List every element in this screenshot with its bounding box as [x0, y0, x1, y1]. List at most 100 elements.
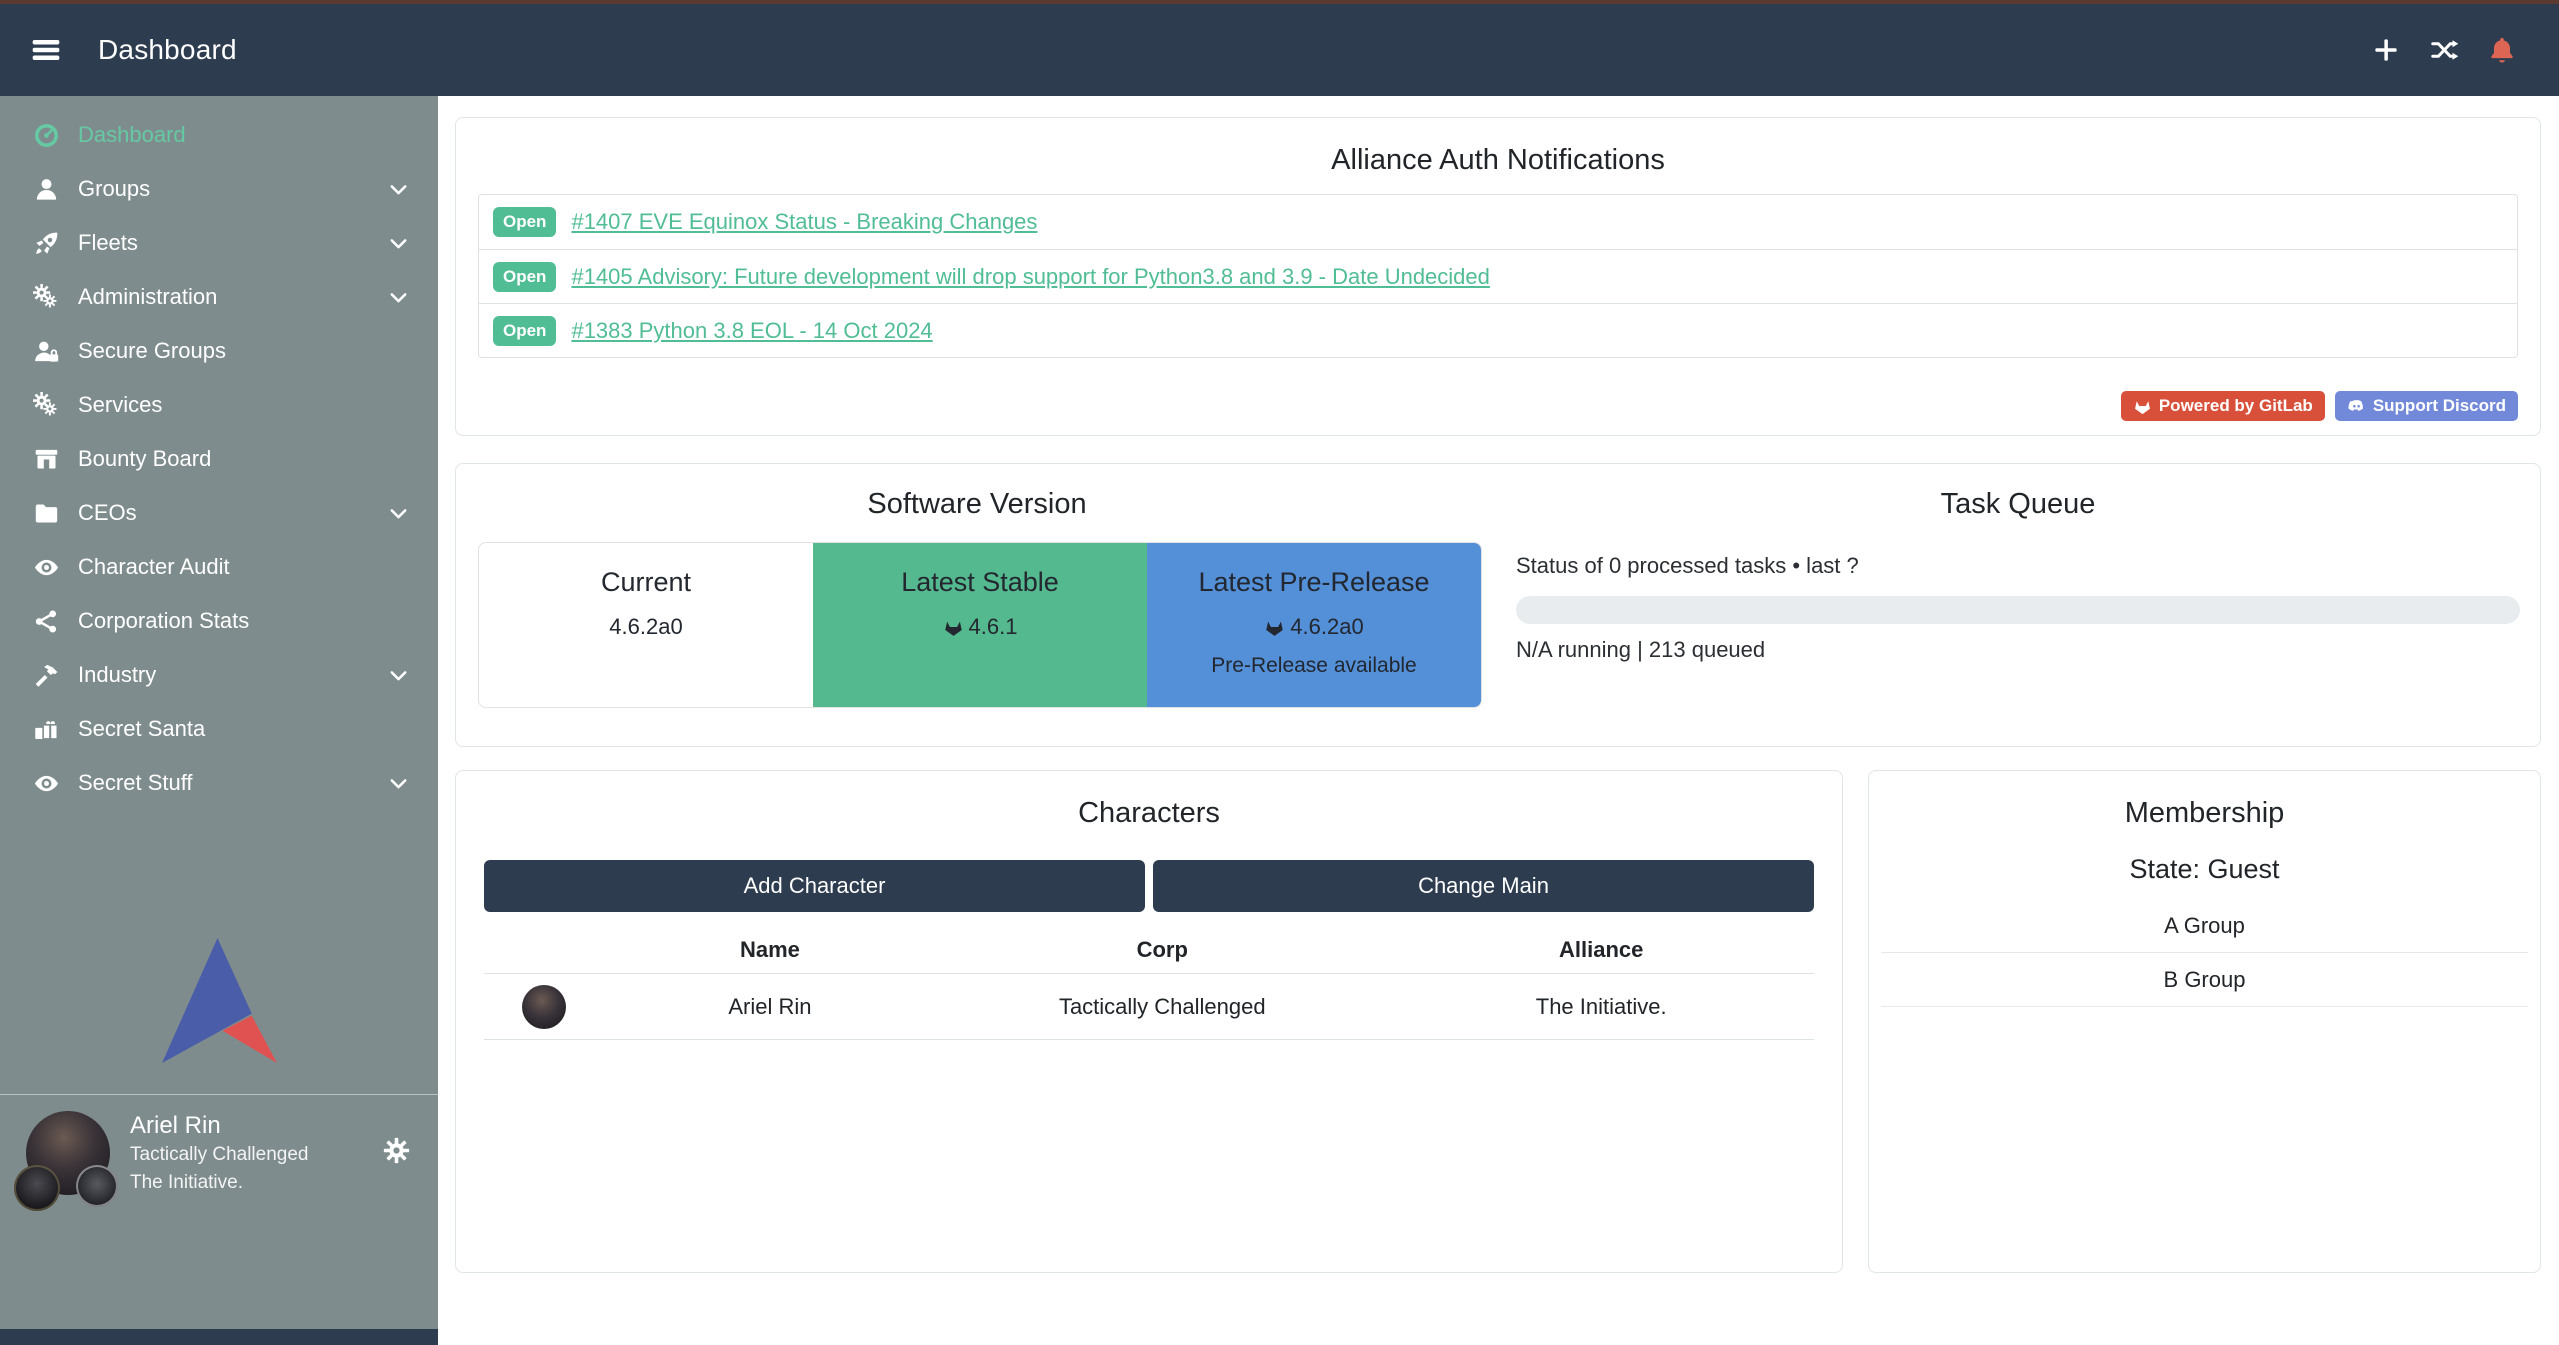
sidebar-item-corporation-stats[interactable]: Corporation Stats: [0, 594, 438, 648]
bell-icon[interactable]: [2487, 35, 2517, 65]
menu-icon[interactable]: [30, 34, 62, 66]
chevron-down-icon: [387, 232, 410, 255]
discord-icon: [2347, 397, 2366, 416]
characters-table: Name Corp Alliance Ariel Rin Tactically …: [484, 926, 1814, 1040]
gear-icon[interactable]: [381, 1135, 412, 1166]
characters-panel: Characters Add Character Change Main Nam…: [455, 770, 1843, 1273]
cogs-icon: [26, 284, 66, 311]
version-latest-prerelease: Latest Pre-Release 4.6.2a0 Pre-Release a…: [1147, 543, 1481, 707]
sidebar-item-administration[interactable]: Administration: [0, 270, 438, 324]
navbar-actions: [2371, 35, 2529, 65]
person-icon: [26, 176, 66, 203]
hammer-icon: [26, 662, 66, 689]
change-main-button[interactable]: Change Main: [1153, 860, 1814, 912]
support-discord-badge[interactable]: Support Discord: [2335, 391, 2518, 421]
eye-icon: [26, 770, 66, 797]
version-latest-stable: Latest Stable 4.6.1: [813, 543, 1147, 707]
gauge-icon: [26, 122, 66, 149]
person-lock-icon: [26, 338, 66, 365]
character-corp: Tactically Challenged: [936, 994, 1388, 1020]
notification-link[interactable]: #1383 Python 3.8 EOL - 14 Oct 2024: [571, 318, 932, 344]
gifts-icon: [26, 716, 66, 743]
membership-state: State: Guest: [1881, 854, 2528, 885]
notifications-panel: Alliance Auth Notifications Open #1407 E…: [455, 117, 2541, 436]
top-navbar: Dashboard: [0, 4, 2559, 96]
sidebar-item-groups[interactable]: Groups: [0, 162, 438, 216]
character-alliance: The Initiative.: [1388, 994, 1814, 1020]
main-content: Alliance Auth Notifications Open #1407 E…: [438, 96, 2559, 1345]
task-queue-counts: N/A running | 213 queued: [1516, 637, 2520, 663]
notification-link[interactable]: #1407 EVE Equinox Status - Breaking Chan…: [571, 209, 1037, 235]
status-panel: Software Version Current 4.6.2a0 Latest …: [455, 463, 2541, 747]
software-version-section: Software Version Current 4.6.2a0 Latest …: [456, 464, 1498, 746]
sidebar-item-bounty-board[interactable]: Bounty Board: [0, 432, 438, 486]
version-current: Current 4.6.2a0: [479, 543, 813, 707]
sidebar-item-fleets[interactable]: Fleets: [0, 216, 438, 270]
characters-title: Characters: [484, 771, 1814, 830]
sidebar-item-ceos[interactable]: CEOs: [0, 486, 438, 540]
notification-link[interactable]: #1405 Advisory: Future development will …: [571, 264, 1489, 290]
list-item: Open #1407 EVE Equinox Status - Breaking…: [479, 195, 2517, 249]
characters-actions: Add Character Change Main: [484, 860, 1814, 912]
user-corp: Tactically Challenged: [130, 1141, 309, 1169]
sidebar-item-dashboard[interactable]: Dashboard: [0, 108, 438, 162]
character-name: Ariel Rin: [604, 994, 937, 1020]
sidebar-item-character-audit[interactable]: Character Audit: [0, 540, 438, 594]
sidebar-footer-strip: [0, 1329, 438, 1345]
gitlab-icon: [1264, 617, 1285, 638]
user-panel: Ariel Rin Tactically Challenged The Init…: [0, 1095, 438, 1201]
cogs-icon: [26, 392, 66, 419]
software-version-title: Software Version: [456, 464, 1498, 521]
chevron-down-icon: [387, 502, 410, 525]
list-item: Open #1383 Python 3.8 EOL - 14 Oct 2024: [479, 303, 2517, 357]
shuffle-icon[interactable]: [2429, 35, 2459, 65]
status-badge: Open: [493, 207, 556, 237]
sidebar-item-services[interactable]: Services: [0, 378, 438, 432]
sidebar-item-secret-stuff[interactable]: Secret Stuff: [0, 756, 438, 810]
powered-by-gitlab-badge[interactable]: Powered by GitLab: [2121, 391, 2325, 421]
prerelease-note: Pre-Release available: [1147, 654, 1481, 678]
membership-groups: A Group B Group: [1881, 899, 2528, 1007]
notifications-footer: Powered by GitLab Support Discord: [2121, 391, 2518, 421]
notifications-list: Open #1407 EVE Equinox Status - Breaking…: [478, 194, 2518, 358]
list-item: A Group: [1881, 899, 2528, 953]
task-queue-section: Task Queue Status of 0 processed tasks •…: [1498, 464, 2540, 746]
sidebar-nav: Dashboard Groups Fleets Administration: [0, 108, 438, 810]
user-alliance: The Initiative.: [130, 1169, 309, 1197]
folder-icon: [26, 500, 66, 527]
alliance-auth-logo: [162, 938, 277, 1068]
task-queue-title: Task Queue: [1516, 464, 2520, 521]
status-badge: Open: [493, 262, 556, 292]
task-queue-status: Status of 0 processed tasks • last ?: [1516, 553, 2520, 579]
sidebar-item-industry[interactable]: Industry: [0, 648, 438, 702]
chevron-down-icon: [387, 664, 410, 687]
store-icon: [26, 446, 66, 473]
eye-icon: [26, 554, 66, 581]
list-item: Open #1405 Advisory: Future development …: [479, 249, 2517, 303]
corp-logo: [14, 1165, 60, 1211]
gitlab-icon: [943, 617, 964, 638]
user-name: Ariel Rin: [130, 1111, 309, 1141]
table-header-row: Name Corp Alliance: [484, 926, 1814, 974]
add-character-button[interactable]: Add Character: [484, 860, 1145, 912]
sidebar-item-secret-santa[interactable]: Secret Santa: [0, 702, 438, 756]
plus-icon[interactable]: [2371, 35, 2401, 65]
share-icon: [26, 608, 66, 635]
membership-panel: Membership State: Guest A Group B Group: [1868, 770, 2541, 1273]
membership-title: Membership: [1881, 771, 2528, 830]
sidebar-item-secure-groups[interactable]: Secure Groups: [0, 324, 438, 378]
user-info: Ariel Rin Tactically Challenged The Init…: [130, 1111, 309, 1197]
notifications-title: Alliance Auth Notifications: [478, 118, 2518, 177]
gitlab-icon: [2133, 397, 2152, 416]
list-item: B Group: [1881, 953, 2528, 1007]
alliance-logo: [76, 1165, 118, 1207]
chevron-down-icon: [387, 772, 410, 795]
alliance-auth-app: Dashboard Dashboard Groups Flee: [0, 0, 2559, 1345]
task-queue-progressbar: [1516, 596, 2520, 624]
chevron-down-icon: [387, 286, 410, 309]
page-title: Dashboard: [98, 34, 237, 66]
chevron-down-icon: [387, 178, 410, 201]
column-header-name: Name: [604, 937, 937, 963]
table-row: Ariel Rin Tactically Challenged The Init…: [484, 974, 1814, 1040]
rocket-icon: [26, 230, 66, 257]
